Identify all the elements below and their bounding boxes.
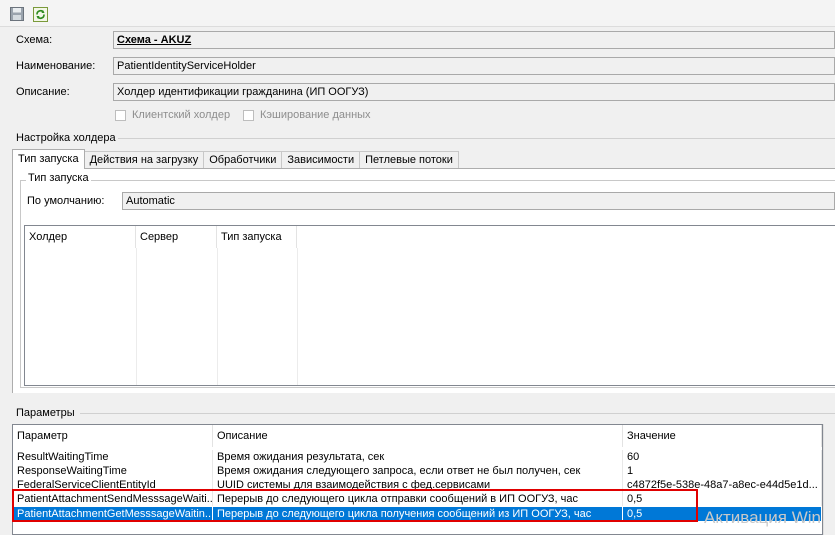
tab-launch-type[interactable]: Тип запуска (12, 149, 85, 169)
params-header-description[interactable]: Описание (213, 425, 623, 447)
description-label: Описание: (16, 86, 70, 98)
holder-settings-title: Настройка холдера (16, 132, 116, 144)
param-description: Перерыв до следующего цикла отправки соо… (213, 492, 623, 506)
params-header-value[interactable]: Значение (623, 425, 822, 447)
name-field[interactable]: PatientIdentityServiceHolder (113, 57, 835, 75)
checkbox-box[interactable] (115, 109, 126, 121)
schema-label: Схема: (16, 34, 53, 46)
save-icon[interactable] (8, 5, 26, 23)
grid-column (25, 248, 137, 385)
params-scrollbar[interactable] (823, 424, 835, 535)
param-name: ResponseWaitingTime (13, 464, 213, 478)
table-row[interactable]: ResultWaitingTime Время ожидания результ… (13, 450, 822, 464)
caching-checkbox[interactable]: Кэширование данных (243, 109, 371, 121)
tab-dependencies[interactable]: Зависимости (281, 151, 361, 169)
description-field[interactable]: Холдер идентификации гражданина (ИП ООГУ… (113, 83, 835, 101)
table-row-selected[interactable]: PatientAttachmentGetMesssageWaitin... Пе… (13, 507, 822, 521)
tab-loop-threads[interactable]: Петлевые потоки (359, 151, 459, 169)
table-row[interactable]: FederalServiceClientEntityId UUID систем… (13, 478, 822, 492)
grid-header-launch-type[interactable]: Тип запуска (217, 226, 297, 248)
param-description: Время ожидания результата, сек (213, 450, 623, 464)
param-description: UUID системы для взаимодействия с фед.се… (213, 478, 623, 492)
param-name: PatientAttachmentGetMesssageWaitin... (13, 507, 213, 521)
windows-activation-watermark: Активация Win (704, 508, 821, 527)
params-header-name[interactable]: Параметр (13, 425, 213, 447)
param-value: c4872f5e-538e-48a7-a8ec-e44d5e1d... (623, 478, 822, 492)
checkbox-box[interactable] (243, 109, 254, 121)
param-name: PatientAttachmentSendMesssageWaiti... (13, 492, 213, 506)
param-name: ResultWaitingTime (13, 450, 213, 464)
tab-load-actions[interactable]: Действия на загрузку (83, 151, 205, 169)
holder-settings-divider (118, 138, 835, 139)
table-row[interactable]: PatientAttachmentSendMesssageWaiti... Пе… (13, 492, 822, 506)
holder-server-grid[interactable]: Холдер Сервер Тип запуска (24, 225, 835, 386)
client-holder-checkbox[interactable]: Клиентский холдер (115, 109, 230, 121)
grid-column (136, 248, 218, 385)
schema-field[interactable]: Схема - AKUZ (113, 31, 835, 49)
holder-settings-tabs: Тип запуска Действия на загрузку Обработ… (12, 149, 459, 169)
params-divider (80, 413, 835, 414)
default-label: По умолчанию: (27, 195, 105, 207)
grid-header-holder[interactable]: Холдер (25, 226, 136, 248)
tab-handlers[interactable]: Обработчики (203, 151, 283, 169)
param-value: 60 (623, 450, 822, 464)
param-description: Перерыв до следующего цикла получения со… (213, 507, 623, 521)
table-row[interactable]: ResponseWaitingTime Время ожидания следу… (13, 464, 822, 478)
client-holder-label: Клиентский холдер (132, 109, 231, 121)
param-value: 0,5 (623, 492, 822, 506)
default-launch-field[interactable]: Automatic (122, 192, 835, 210)
launch-type-group-title: Тип запуска (26, 172, 91, 184)
toolbar (0, 0, 835, 27)
grid-column (217, 248, 298, 385)
name-label: Наименование: (16, 60, 96, 72)
caching-label: Кэширование данных (260, 109, 371, 121)
params-title: Параметры (16, 407, 75, 419)
param-name: FederalServiceClientEntityId (13, 478, 213, 492)
param-value: 1 (623, 464, 822, 478)
refresh-icon[interactable] (31, 5, 49, 23)
grid-header-server[interactable]: Сервер (136, 226, 217, 248)
params-grid[interactable]: Параметр Описание Значение ResultWaiting… (12, 424, 823, 535)
param-description: Время ожидания следующего запроса, если … (213, 464, 623, 478)
